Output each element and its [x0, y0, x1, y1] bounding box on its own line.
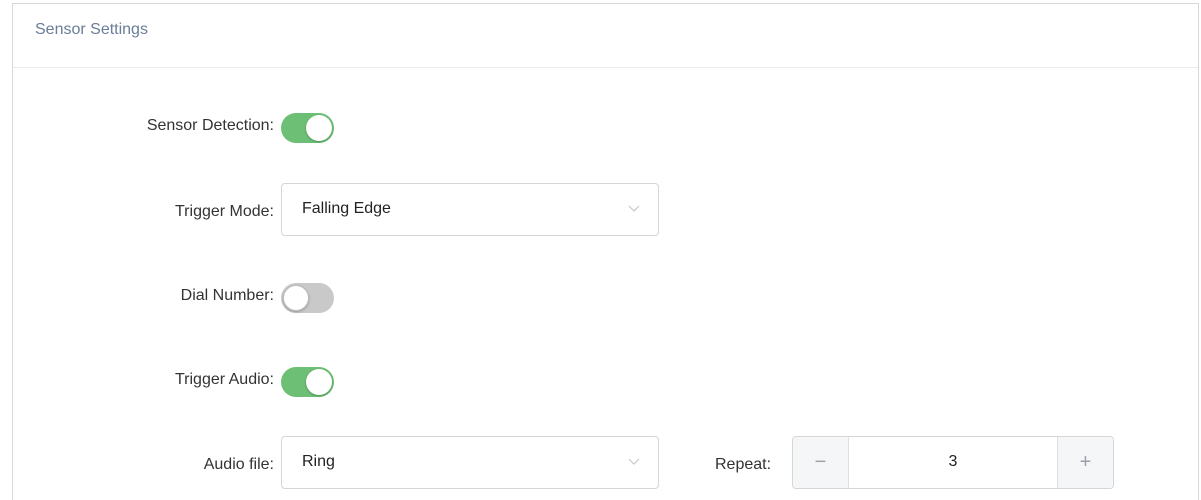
- panel-title: Sensor Settings: [35, 21, 148, 38]
- plus-icon: +: [1079, 451, 1092, 473]
- trigger-mode-label: Trigger Mode:: [175, 203, 274, 220]
- panel-header: Sensor Settings: [13, 4, 1198, 68]
- trigger-audio-toggle[interactable]: [281, 367, 334, 397]
- minus-icon: −: [814, 451, 827, 473]
- repeat-decrement-button[interactable]: −: [793, 437, 849, 488]
- dial-number-label: Dial Number:: [180, 287, 274, 304]
- trigger-audio-label: Trigger Audio:: [174, 371, 274, 388]
- trigger-mode-value: Falling Edge: [302, 200, 391, 217]
- audio-file-label: Audio file:: [203, 456, 274, 473]
- repeat-increment-button[interactable]: +: [1057, 437, 1113, 488]
- repeat-label: Repeat:: [715, 456, 772, 473]
- chevron-down-icon: [628, 458, 640, 465]
- audio-file-select[interactable]: Ring: [281, 436, 659, 489]
- sensor-settings-panel: Sensor Settings Sensor Detection: Trigge…: [12, 3, 1199, 500]
- repeat-value[interactable]: 3: [849, 453, 1057, 471]
- toggle-knob: [306, 115, 332, 141]
- audio-file-value: Ring: [302, 453, 335, 470]
- trigger-mode-select[interactable]: Falling Edge: [281, 183, 659, 236]
- chevron-down-icon: [628, 205, 640, 212]
- dial-number-toggle[interactable]: [281, 283, 334, 313]
- sensor-detection-toggle[interactable]: [281, 113, 334, 143]
- toggle-knob: [306, 369, 332, 395]
- repeat-stepper: − 3 +: [792, 436, 1114, 489]
- toggle-knob: [283, 285, 309, 311]
- sensor-detection-label: Sensor Detection:: [146, 117, 274, 134]
